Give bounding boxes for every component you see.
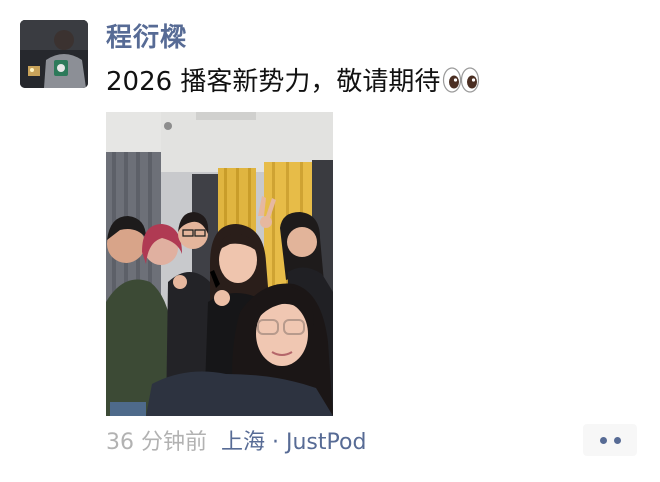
- avatar-icon: [20, 20, 88, 88]
- post-text: 2026 播客新势力，敬请期待: [106, 64, 480, 104]
- time-ago: 36 分钟前: [106, 430, 207, 455]
- author-avatar[interactable]: [20, 20, 88, 88]
- eyes-emoji: [442, 66, 480, 104]
- author-name[interactable]: 程衍樑: [106, 20, 187, 56]
- more-dots-icon: [613, 436, 621, 444]
- location-link[interactable]: 上海 · JustPod: [221, 424, 366, 456]
- post-photo[interactable]: [106, 112, 333, 416]
- more-dots-icon: [599, 436, 607, 444]
- post-text-content: 2026 播客新势力，敬请期待: [106, 67, 441, 97]
- moment-post: 程衍樑 2026 播客新势力，敬请期待 36 分钟前 上海 · JustPod: [0, 0, 660, 482]
- more-button[interactable]: [583, 424, 637, 456]
- post-footer: 36 分钟前 上海 · JustPod: [106, 424, 366, 456]
